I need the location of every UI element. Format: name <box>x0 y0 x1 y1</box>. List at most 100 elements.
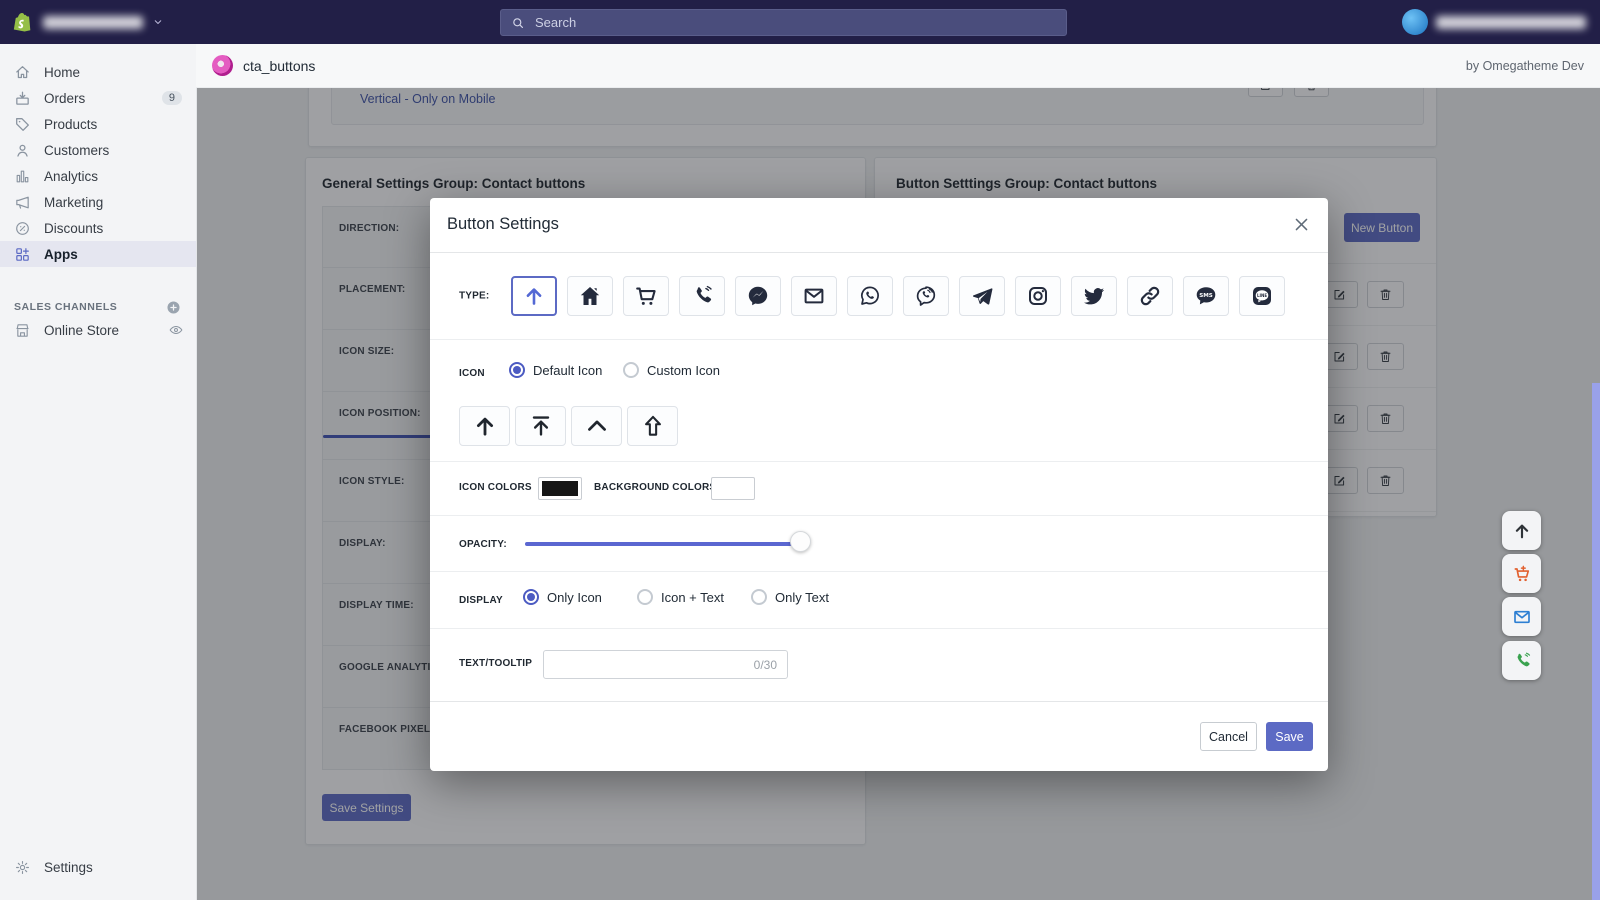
radio-label: Only Text <box>775 590 829 605</box>
store-name-redacted <box>43 16 143 29</box>
icon-variant-chevron-up[interactable] <box>571 406 622 446</box>
arrow-up-icon <box>1512 521 1532 541</box>
floating-cart-plus-button[interactable] <box>1502 554 1541 593</box>
type-option-viber[interactable] <box>903 276 949 316</box>
global-search[interactable] <box>500 9 1067 36</box>
scrollbar-thumb[interactable] <box>1592 383 1600 900</box>
sms-icon: SMS <box>1194 284 1218 308</box>
sidebar-item-label: Marketing <box>44 195 103 210</box>
icon-source-custom-icon[interactable]: Custom Icon <box>623 362 737 378</box>
email-icon <box>1512 607 1532 627</box>
floating-arrow-up-button[interactable] <box>1502 511 1541 550</box>
type-options-row: SMS LINE <box>511 276 1285 316</box>
icon-colors-label: ICON COLORS <box>459 482 532 493</box>
sidebar-item-customers[interactable]: Customers <box>0 137 196 163</box>
icon-source-default-icon[interactable]: Default Icon <box>509 362 623 378</box>
text-tooltip-input[interactable]: 0/30 <box>543 650 788 679</box>
instagram-icon <box>1026 284 1050 308</box>
store-icon <box>14 322 31 339</box>
sidebar-item-home[interactable]: Home <box>0 59 196 85</box>
display-radios: Only IconIcon + Text Only Text <box>523 589 865 605</box>
type-option-messenger[interactable] <box>735 276 781 316</box>
whatsapp-icon <box>858 284 882 308</box>
line-icon: LINE <box>1250 284 1274 308</box>
sidebar-item-products[interactable]: Products <box>0 111 196 137</box>
colors-section: ICON COLORS BACKGROUND COLORS <box>430 462 1328 516</box>
display-section: DISPLAY Only IconIcon + Text Only Text <box>430 572 1328 629</box>
sidebar-item-apps[interactable]: Apps <box>0 241 196 267</box>
display-option-icon-text[interactable]: Icon + Text <box>637 589 751 605</box>
background-color-swatch[interactable] <box>711 477 755 500</box>
arrow-up-line-icon <box>528 413 554 439</box>
sidebar: Home Orders9ProductsCustomersAnalytics Mar… <box>0 44 197 900</box>
sidebar-item-orders[interactable]: Orders9 <box>0 85 196 111</box>
type-option-email[interactable] <box>791 276 837 316</box>
app-byline: by Omegatheme Dev <box>1466 59 1584 73</box>
display-option-only-icon[interactable]: Only Icon <box>523 589 637 605</box>
app-title: cta_buttons <box>243 58 315 74</box>
close-icon[interactable] <box>1291 214 1312 235</box>
radio-icon <box>523 589 539 605</box>
search-icon <box>511 16 525 30</box>
type-option-whatsapp[interactable] <box>847 276 893 316</box>
home-icon <box>578 284 602 308</box>
opacity-slider-handle[interactable] <box>790 531 811 552</box>
arrow-up-icon <box>472 413 498 439</box>
chevron-up-icon <box>584 413 610 439</box>
type-option-arrow-up[interactable] <box>511 276 557 316</box>
megaphone-icon <box>14 194 31 211</box>
arrow-up-outline-icon <box>640 413 666 439</box>
type-option-instagram[interactable] <box>1015 276 1061 316</box>
display-option-only-text[interactable]: Only Text <box>751 589 865 605</box>
tooltip-section: TEXT/TOOLTIP 0/30 <box>430 629 1328 702</box>
email-icon <box>802 284 826 308</box>
radio-label: Default Icon <box>533 363 602 378</box>
store-switcher[interactable] <box>12 0 164 44</box>
icon-variant-arrow-up-outline[interactable] <box>627 406 678 446</box>
viber-icon <box>914 284 938 308</box>
type-option-line[interactable]: LINE <box>1239 276 1285 316</box>
type-option-twitter[interactable] <box>1071 276 1117 316</box>
save-button[interactable]: Save <box>1266 722 1313 751</box>
sidebar-item-discounts[interactable]: Discounts <box>0 215 196 241</box>
floating-email-button[interactable] <box>1502 597 1541 636</box>
type-option-phone[interactable] <box>679 276 725 316</box>
cart-icon <box>634 284 658 308</box>
modal-footer: Cancel Save <box>430 702 1328 771</box>
cancel-button[interactable]: Cancel <box>1200 722 1257 751</box>
text-tooltip-label: TEXT/TOOLTIP <box>459 658 532 669</box>
icon-color-swatch[interactable] <box>538 477 582 500</box>
type-option-cart[interactable] <box>623 276 669 316</box>
radio-icon <box>509 362 525 378</box>
svg-text:LINE: LINE <box>1257 293 1267 298</box>
sidebar-item-settings[interactable]: Settings <box>0 854 196 880</box>
search-input[interactable] <box>533 14 1056 31</box>
arrow-up-icon <box>522 284 546 308</box>
radio-icon <box>751 589 767 605</box>
icon-variant-arrow-up[interactable] <box>459 406 510 446</box>
type-option-home[interactable] <box>567 276 613 316</box>
sales-channels-label: SALES CHANNELS <box>14 301 117 313</box>
shopify-logo-icon <box>12 11 34 33</box>
sidebar-item-label: Online Store <box>44 323 119 338</box>
display-label: DISPLAY <box>459 595 503 606</box>
user-menu[interactable] <box>1402 9 1586 35</box>
type-option-link[interactable] <box>1127 276 1173 316</box>
icon-color-value <box>542 481 578 496</box>
opacity-label: OPACITY: <box>459 539 507 550</box>
sidebar-item-marketing[interactable]: Marketing <box>0 189 196 215</box>
sidebar-item-analytics[interactable]: Analytics <box>0 163 196 189</box>
sidebar-item-online-store[interactable]: Online Store <box>0 317 196 343</box>
sidebar-item-label: Home <box>44 65 80 80</box>
add-sales-channel-icon[interactable] <box>165 299 182 316</box>
type-option-sms[interactable]: SMS <box>1183 276 1229 316</box>
sidebar-nav: Home Orders9ProductsCustomersAnalytics Mar… <box>0 44 196 267</box>
floating-phone-button[interactable] <box>1502 641 1541 680</box>
apps-icon <box>14 246 31 263</box>
icon-variant-arrow-up-line[interactable] <box>515 406 566 446</box>
gear-icon <box>14 859 31 876</box>
opacity-slider[interactable] <box>525 542 801 546</box>
eye-icon[interactable] <box>168 322 184 338</box>
icon-variants-row <box>459 406 678 446</box>
type-option-telegram[interactable] <box>959 276 1005 316</box>
